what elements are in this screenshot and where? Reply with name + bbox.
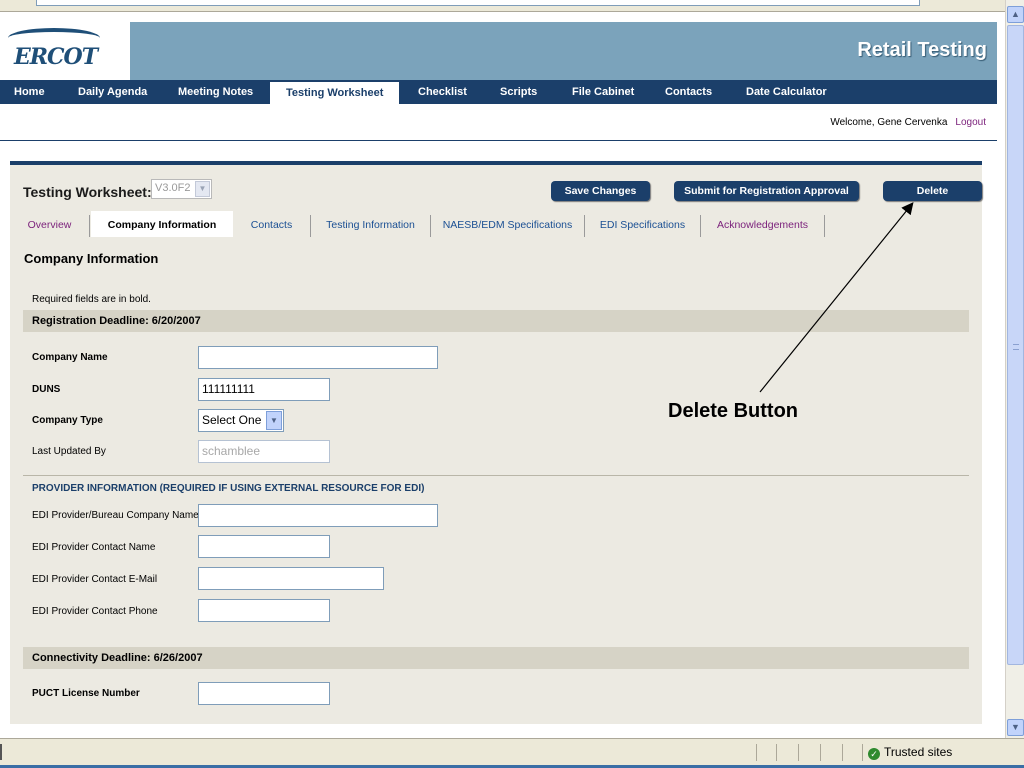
delete-button[interactable]: Delete — [883, 181, 982, 201]
nav-testing-worksheet[interactable]: Testing Worksheet — [270, 82, 400, 104]
nav-date-calculator[interactable]: Date Calculator — [746, 80, 827, 104]
address-field[interactable] — [36, 0, 920, 6]
nav-file-cabinet[interactable]: File Cabinet — [572, 80, 634, 104]
contact-name-label: EDI Provider Contact Name — [32, 542, 156, 553]
company-name-input[interactable] — [198, 346, 438, 369]
chevron-down-icon[interactable]: ▼ — [266, 411, 282, 430]
contact-name-input[interactable] — [198, 535, 330, 558]
tab-acknowledgements[interactable]: Acknowledgements — [701, 215, 825, 237]
tab-contacts[interactable]: Contacts — [233, 215, 311, 237]
contact-email-label: EDI Provider Contact E-Mail — [32, 574, 158, 585]
welcome-text: Welcome, Gene Cervenka — [830, 117, 948, 128]
ercot-logo[interactable]: ERCOT — [0, 22, 130, 80]
vertical-scrollbar[interactable]: ▲ ▼ — [1005, 0, 1024, 738]
puct-label: PUCT License Number — [32, 688, 140, 699]
tab-naesb-edm-specifications[interactable]: NAESB/EDM Specifications — [431, 215, 585, 237]
version-select[interactable]: V3.0F2 ▼ — [151, 179, 212, 199]
chevron-down-icon[interactable]: ▼ — [195, 181, 210, 197]
status-cell — [756, 744, 757, 761]
company-type-label: Company Type — [32, 415, 103, 426]
tab-testing-information[interactable]: Testing Information — [311, 215, 431, 237]
status-cell — [798, 744, 799, 761]
site-header: ERCOT Retail Testing — [0, 22, 997, 80]
bureau-company-input[interactable] — [198, 504, 438, 527]
security-zone[interactable]: ✓ Trusted sites — [868, 745, 952, 760]
provider-heading: PROVIDER INFORMATION (REQUIRED IF USING … — [32, 483, 425, 494]
logout-link[interactable]: Logout — [955, 117, 986, 128]
company-name-label: Company Name — [32, 352, 108, 363]
section-title: Company Information — [24, 251, 159, 266]
submit-registration-button[interactable]: Submit for Registration Approval — [674, 181, 859, 201]
last-updated-label: Last Updated By — [32, 446, 106, 457]
status-cell — [776, 744, 777, 761]
status-cell — [862, 744, 863, 761]
nav-scripts[interactable]: Scripts — [500, 80, 537, 104]
status-cell — [842, 744, 843, 761]
tab-overview[interactable]: Overview — [10, 215, 90, 237]
scroll-thumb[interactable] — [1007, 25, 1024, 665]
required-note: Required fields are in bold. — [32, 294, 151, 305]
worksheet-label: Testing Worksheet: — [23, 184, 152, 200]
nav-checklist[interactable]: Checklist — [418, 80, 467, 104]
contact-phone-label: EDI Provider Contact Phone — [32, 606, 158, 617]
company-type-select[interactable]: Select One ▼ — [198, 409, 284, 432]
contact-phone-input[interactable] — [198, 599, 330, 622]
welcome-bar: Welcome, Gene Cervenka Logout — [830, 117, 986, 128]
header-divider — [0, 140, 997, 141]
nav-home[interactable]: Home — [14, 80, 45, 104]
tab-company-information[interactable]: Company Information — [91, 211, 233, 237]
scroll-up-icon[interactable]: ▲ — [1007, 6, 1024, 23]
puct-input[interactable] — [198, 682, 330, 705]
duns-label: DUNS — [32, 384, 61, 395]
worksheet-panel: Testing Worksheet: V3.0F2 ▼ Save Changes… — [10, 161, 982, 724]
status-left-mark — [0, 744, 2, 760]
registration-deadline: Registration Deadline: 6/20/2007 — [23, 310, 969, 332]
duns-input[interactable]: 111111111 — [198, 378, 330, 401]
nav-meeting-notes[interactable]: Meeting Notes — [178, 80, 253, 104]
header-banner: Retail Testing — [130, 22, 997, 80]
section-divider — [23, 475, 969, 476]
grip-icon — [1013, 344, 1019, 350]
version-value: V3.0F2 — [155, 182, 191, 194]
browser-address-area — [0, 0, 1005, 12]
status-bar: ✓ Trusted sites — [0, 738, 1024, 768]
tab-edi-specifications[interactable]: EDI Specifications — [585, 215, 701, 237]
scroll-down-icon[interactable]: ▼ — [1007, 719, 1024, 736]
save-changes-button[interactable]: Save Changes — [551, 181, 650, 201]
delete-button-annotation: Delete Button — [668, 400, 798, 422]
logo-text: ERCOT — [14, 44, 98, 70]
contact-email-input[interactable] — [198, 567, 384, 590]
nav-daily-agenda[interactable]: Daily Agenda — [78, 80, 147, 104]
worksheet-tabs: Overview Company Information Contacts Te… — [10, 211, 982, 237]
status-cell — [820, 744, 821, 761]
security-zone-label: Trusted sites — [884, 745, 953, 759]
connectivity-deadline: Connectivity Deadline: 6/26/2007 — [23, 647, 969, 669]
company-type-value: Select One — [202, 413, 262, 427]
bureau-company-label: EDI Provider/Bureau Company Name — [32, 510, 199, 521]
last-updated-input: schamblee — [198, 440, 330, 463]
banner-title: Retail Testing — [857, 39, 987, 61]
nav-contacts[interactable]: Contacts — [665, 80, 712, 104]
main-nav: Home Daily Agenda Meeting Notes Testing … — [0, 80, 997, 104]
check-icon: ✓ — [868, 748, 880, 760]
